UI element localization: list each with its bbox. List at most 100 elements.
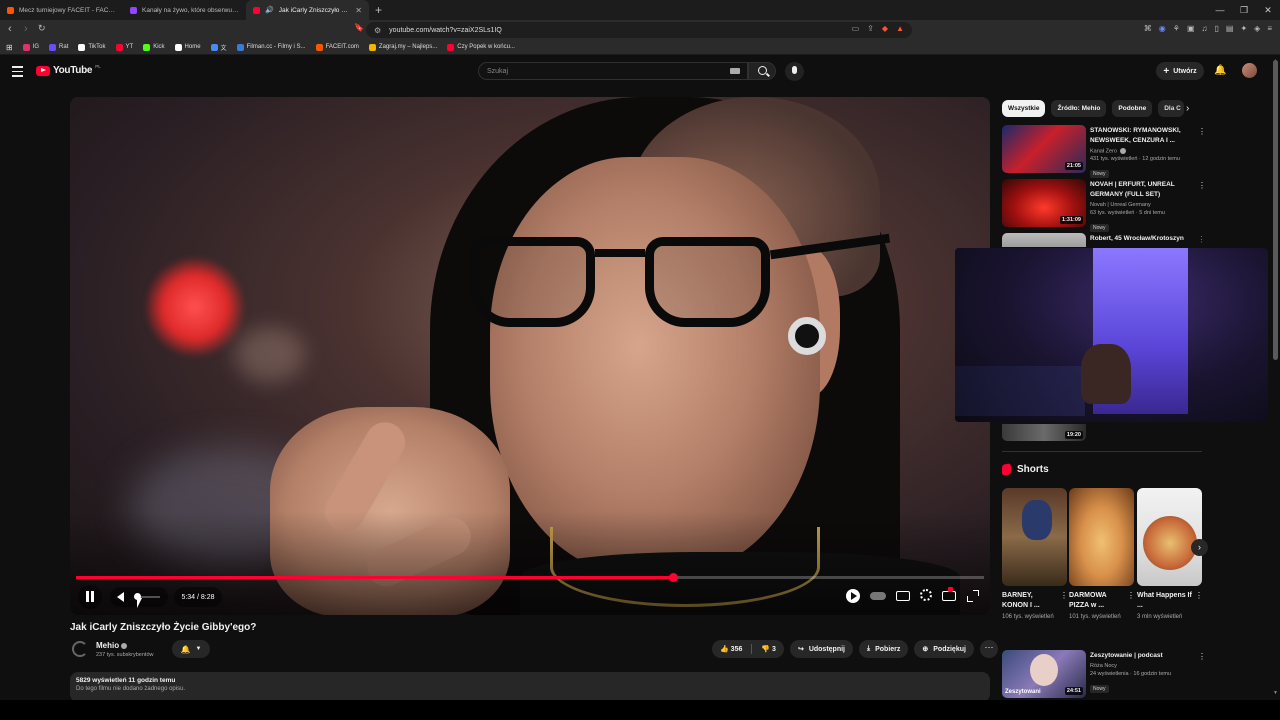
short-item[interactable]: BARNEY, KONON I ... 106 tys. wyświetleń …: [1002, 488, 1068, 622]
bookmark-item[interactable]: Kick: [143, 43, 165, 51]
video-thumbnail[interactable]: 19:20: [1002, 424, 1086, 441]
kebab-menu-icon[interactable]: ⋮: [1198, 181, 1206, 190]
chip-related[interactable]: Podobne: [1112, 100, 1153, 117]
brave-rewards-icon[interactable]: ▲: [896, 24, 904, 33]
channel-avatar[interactable]: [72, 641, 88, 657]
kebab-menu-icon[interactable]: ⋮: [1060, 591, 1068, 600]
volume-icon[interactable]: [117, 592, 124, 602]
apps-grid-icon[interactable]: ⊞: [6, 43, 13, 52]
restore-button[interactable]: ❐: [1232, 0, 1256, 20]
extension-icon[interactable]: ◉: [1159, 24, 1166, 33]
sidebar-icon[interactable]: ▯: [1215, 24, 1219, 33]
bookmark-item[interactable]: 文: [210, 43, 227, 52]
recommendation-item[interactable]: Robert, 45 Wrocław/Krotoszyn ⋮: [1002, 233, 1202, 247]
bookmark-item[interactable]: Czy Popek w końcu...: [447, 43, 515, 51]
pause-button[interactable]: [78, 585, 102, 609]
bookmark-item[interactable]: TikTok: [78, 43, 106, 51]
rec-channel[interactable]: Kanał Zero: [1090, 148, 1117, 154]
kebab-menu-icon[interactable]: ⋮: [1198, 235, 1202, 244]
more-actions-button[interactable]: ⋯: [979, 640, 998, 658]
extension-icon[interactable]: ▣: [1187, 24, 1195, 33]
back-button[interactable]: ‹: [8, 23, 12, 35]
video-thumbnail[interactable]: [1002, 233, 1086, 247]
youtube-logo[interactable]: YouTube PL: [36, 64, 101, 76]
short-title[interactable]: What Happens If ...: [1137, 591, 1193, 611]
short-title[interactable]: BARNEY, KONON I ...: [1002, 591, 1058, 611]
kebab-menu-icon[interactable]: ⋮: [1198, 127, 1206, 136]
short-item[interactable]: DARMOWA PIZZA w ... 101 tys. wyświetleń …: [1069, 488, 1135, 622]
address-bar[interactable]: ⚙ youtube.com/watch?v=zaiX2SLs1IQ ▭ ⇪ ◆ …: [366, 22, 912, 38]
download-button[interactable]: ⤓ Pobierz: [858, 640, 909, 658]
extension-icon[interactable]: ⌘: [1144, 24, 1152, 33]
reload-button[interactable]: ↻: [38, 23, 46, 34]
rec-channel[interactable]: Novah | Unreal Germany: [1090, 202, 1194, 208]
like-button[interactable]: 👍 356: [720, 645, 742, 653]
settings-gear-icon[interactable]: [920, 589, 932, 601]
forward-button[interactable]: ›: [24, 23, 28, 35]
kebab-menu-icon[interactable]: ⋮: [1127, 591, 1135, 600]
short-thumbnail[interactable]: [1069, 488, 1134, 586]
close-tab-icon[interactable]: ✕: [355, 6, 362, 15]
bookmark-icon[interactable]: 🔖: [354, 23, 364, 32]
brave-shield-icon[interactable]: ◆: [882, 24, 888, 33]
progress-bar[interactable]: [76, 573, 984, 582]
wallet-icon[interactable]: ▤: [1226, 24, 1234, 33]
fullscreen-icon[interactable]: [966, 589, 980, 603]
browser-tab[interactable]: Mecz turniejowy FACEIT - FACEIT.com: [0, 0, 123, 20]
scroll-down-icon[interactable]: ▼: [1273, 690, 1278, 696]
autoplay-icon[interactable]: [846, 589, 860, 603]
voice-search-button[interactable]: [785, 62, 804, 81]
recommendation-item[interactable]: Zeszytowani 24:51 Zeszytowanie | podcast…: [1002, 650, 1206, 702]
bookmark-item[interactable]: Filman.cc - Filmy i S...: [236, 43, 306, 51]
subtitles-icon[interactable]: [896, 591, 910, 601]
rec-title[interactable]: NOVAH | ERFURT, UNREAL GERMANY (FULL SET…: [1090, 180, 1194, 200]
menu-hamburger-icon[interactable]: [12, 66, 23, 80]
kebab-menu-icon[interactable]: ⋮: [1198, 652, 1206, 661]
vpn-icon[interactable]: ◈: [1254, 24, 1260, 33]
bookmark-item[interactable]: IG: [22, 43, 39, 51]
rec-channel[interactable]: Róża Nocy: [1090, 663, 1194, 669]
short-title[interactable]: DARMOWA PIZZA w ...: [1069, 591, 1125, 611]
chip-all[interactable]: Wszystkie: [1002, 100, 1046, 117]
search-input[interactable]: Szukaj: [478, 62, 748, 80]
create-button[interactable]: + Utwórz: [1156, 62, 1204, 80]
subscription-bell-button[interactable]: 🔔 ▼: [172, 640, 210, 658]
new-tab-button[interactable]: +: [375, 3, 382, 17]
site-info-icon[interactable]: ⚙: [374, 26, 381, 35]
media-icon[interactable]: ♫: [1202, 24, 1208, 33]
scrubber-handle[interactable]: [668, 573, 678, 582]
recommendation-item[interactable]: 21:05 STANOWSKI: RYMANOWSKI, NEWSWEEK, C…: [1002, 125, 1206, 179]
video-thumbnail[interactable]: 1:31:09: [1002, 179, 1086, 227]
rec-title[interactable]: STANOWSKI: RYMANOWSKI, NEWSWEEK, CENZURA…: [1090, 126, 1194, 146]
autoplay-toggle[interactable]: [870, 592, 886, 600]
recommendation-item[interactable]: 1:31:09 NOVAH | ERFURT, UNREAL GERMANY (…: [1002, 179, 1206, 232]
rec-title[interactable]: Robert, 45 Wrocław/Krotoszyn: [1090, 234, 1194, 244]
short-thumbnail[interactable]: [1002, 488, 1067, 586]
user-avatar[interactable]: [1242, 63, 1257, 78]
browser-tab[interactable]: Kanały na żywo, które obserwujesz -: [123, 0, 246, 20]
bookmark-item[interactable]: Home: [174, 43, 201, 51]
video-player[interactable]: 5:34 / 8:28: [70, 97, 990, 615]
video-thumbnail[interactable]: Zeszytowani 24:51: [1002, 650, 1086, 698]
search-button[interactable]: [748, 62, 776, 80]
leo-icon[interactable]: ✦: [1240, 24, 1247, 33]
browser-tab-active[interactable]: 🔊 Jak iCarly Zniszczyło Życie Gib ✕: [246, 0, 369, 20]
audio-playing-icon[interactable]: 🔊: [265, 6, 274, 14]
bookmark-item[interactable]: FACEIT.com: [315, 43, 359, 51]
thanks-button[interactable]: ⊕ Podziękuj: [914, 640, 974, 658]
description-box[interactable]: 5829 wyświetleń 11 godzin temu Do tego f…: [70, 672, 990, 702]
channel-name[interactable]: Mehio: [96, 641, 128, 650]
shorts-next-button[interactable]: ›: [1191, 539, 1208, 556]
keyboard-icon[interactable]: [730, 68, 740, 74]
bookmark-item[interactable]: YT: [115, 43, 133, 51]
install-app-icon[interactable]: ▭: [852, 24, 860, 33]
short-thumbnail[interactable]: [1137, 488, 1202, 586]
extension-icon[interactable]: ⚘: [1173, 24, 1180, 33]
menu-icon[interactable]: ≡: [1267, 24, 1272, 33]
bookmark-item[interactable]: Rat: [49, 43, 68, 51]
chip-for-you[interactable]: Dla C: [1158, 100, 1185, 117]
bookmark-item[interactable]: Zagraj.my – Najleps...: [368, 43, 437, 51]
short-item[interactable]: What Happens If ... 3 mln wyświetleń ⋮: [1137, 488, 1203, 622]
chevron-right-icon[interactable]: ›: [1186, 103, 1189, 114]
share-icon[interactable]: ⇪: [867, 24, 874, 33]
